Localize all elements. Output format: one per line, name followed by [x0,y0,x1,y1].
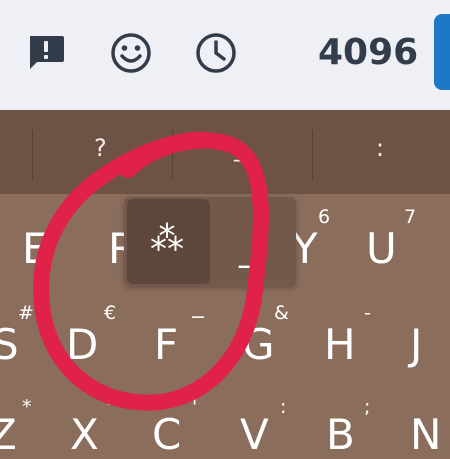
key-x-hint: " [106,396,115,418]
key-s[interactable]: S [0,324,19,366]
key-g[interactable]: G [242,324,275,366]
key-b-hint: ; [364,396,371,418]
suggestion-item[interactable]: ? [94,134,107,162]
key-y-hint: 6 [318,206,331,228]
suggestion-divider [32,130,33,180]
status-bar: 4096 [0,0,450,111]
clock-icon[interactable] [193,30,239,76]
character-count: 4096 [318,32,419,73]
suggestion-strip: ? _ : [0,110,450,194]
suggestion-divider [312,130,313,180]
key-f-hint: − [190,306,206,328]
key-u[interactable]: U [366,228,397,270]
key-d-hint: € [104,302,117,324]
popup-option-asterism[interactable]: ⁂ [150,222,184,256]
key-j[interactable]: J [410,324,422,366]
send-button-edge[interactable] [434,14,450,90]
key-u-hint: 7 [404,206,417,228]
key-c-hint: ' [192,396,198,418]
message-alert-icon[interactable] [23,30,69,76]
key-h[interactable]: H [324,324,356,366]
suggestion-item[interactable]: _ [234,134,246,162]
key-e[interactable]: E [22,228,49,270]
suggestion-divider [172,130,173,180]
key-g-hint: & [274,302,289,324]
key-h-hint: - [364,302,371,324]
smiley-icon[interactable] [108,30,154,76]
popup-option-underscore[interactable]: _ [239,232,256,266]
key-f[interactable]: F [154,324,178,366]
suggestion-item[interactable]: : [376,134,384,162]
key-z-hint: * [22,396,32,418]
key-d[interactable]: D [66,324,98,366]
key-v-hint: : [280,396,287,418]
key-s-hint: # [18,302,34,324]
